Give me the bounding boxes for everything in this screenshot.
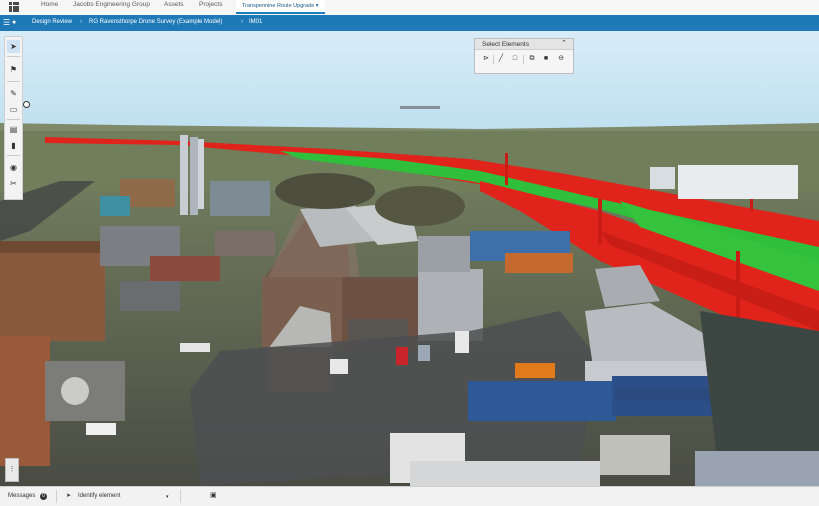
- messages-label[interactable]: Messages: [8, 493, 35, 499]
- breadcrumb-separator-icon: ›: [80, 18, 82, 25]
- pointer-icon[interactable]: ➤: [7, 40, 20, 53]
- toolbar-divider: [7, 81, 20, 82]
- chat-icon[interactable]: ●: [12, 18, 16, 28]
- pen-icon[interactable]: ✎: [7, 87, 20, 100]
- drone-survey-scene: [0, 31, 819, 486]
- select-crossing-icon[interactable]: ⧉: [527, 54, 537, 64]
- left-toolbar: ➤ ⚑ ✎ ▭ ▤ ▮ ◉ ✂: [4, 36, 23, 200]
- toolbar-divider: [7, 119, 20, 120]
- messages-count-badge: 0: [40, 493, 47, 500]
- nav-assets[interactable]: Assets: [164, 1, 184, 8]
- top-navigation: Home Jacobs Engineering Group Assets Pro…: [0, 0, 819, 16]
- orbit-pivot-icon[interactable]: [23, 101, 30, 108]
- tool-divider: [523, 55, 524, 64]
- apps-grid-icon[interactable]: [9, 2, 19, 12]
- menu-icon[interactable]: ☰: [3, 18, 10, 28]
- cut-icon[interactable]: ✂: [7, 177, 20, 190]
- nav-projects[interactable]: Projects: [199, 1, 222, 8]
- select-box-icon[interactable]: □: [510, 54, 520, 64]
- chevron-down-icon: ▾: [315, 3, 319, 9]
- select-elements-panel: Select Elements ⌃ ⊳ ╱ □ ⧉ ■ ⊖: [474, 38, 574, 74]
- breadcrumb-separator-icon: ›: [241, 18, 243, 25]
- section-icon[interactable]: ▤: [7, 123, 20, 136]
- breadcrumb-item-view[interactable]: IM01: [249, 19, 262, 25]
- breadcrumb-item-model[interactable]: RG Ravensthorpe Drone Survey (Example Mo…: [89, 19, 222, 25]
- 3d-viewport[interactable]: [0, 31, 819, 486]
- nav-home[interactable]: Home: [41, 1, 58, 8]
- select-elements-title: Select Elements: [482, 40, 529, 48]
- flag-icon[interactable]: ⚑: [7, 63, 20, 76]
- select-elements-header[interactable]: Select Elements ⌃: [475, 39, 573, 50]
- select-inside-icon[interactable]: ■: [541, 54, 551, 64]
- tab-active-project-label: Transpennine Route Upgrade: [242, 3, 315, 9]
- statusbar-divider: [180, 490, 181, 503]
- select-line-icon[interactable]: ╱: [496, 54, 506, 64]
- panel-toggle-icon[interactable]: ⋮: [5, 458, 19, 482]
- cursor-icon: ➤: [66, 493, 72, 499]
- tool-divider: [493, 55, 494, 64]
- toolbar-divider: [7, 56, 20, 57]
- statusbar-divider: [56, 490, 57, 503]
- layers-icon[interactable]: ▮: [7, 139, 20, 152]
- box-icon[interactable]: ▭: [7, 103, 20, 116]
- nav-organization[interactable]: Jacobs Engineering Group: [73, 1, 150, 8]
- tab-active-project[interactable]: Transpennine Route Upgrade ▾: [236, 0, 325, 14]
- breadcrumb-item-design-review[interactable]: Design Review: [32, 19, 72, 25]
- status-bar: Messages 0 ➤ Identify element ▾ ▣: [0, 486, 819, 506]
- clear-selection-icon[interactable]: ⊖: [556, 54, 566, 64]
- chevron-up-icon[interactable]: ⌃: [561, 39, 567, 47]
- select-point-icon[interactable]: ⊳: [481, 54, 491, 64]
- eye-icon[interactable]: ◉: [7, 161, 20, 174]
- toolbar-divider: [7, 155, 20, 156]
- breadcrumb: ☰ ● Design Review › RG Ravensthorpe Dron…: [0, 15, 819, 31]
- chevron-down-icon[interactable]: ▾: [166, 494, 169, 500]
- identify-element-label[interactable]: Identify element: [78, 493, 120, 499]
- camera-icon[interactable]: ▣: [210, 491, 217, 499]
